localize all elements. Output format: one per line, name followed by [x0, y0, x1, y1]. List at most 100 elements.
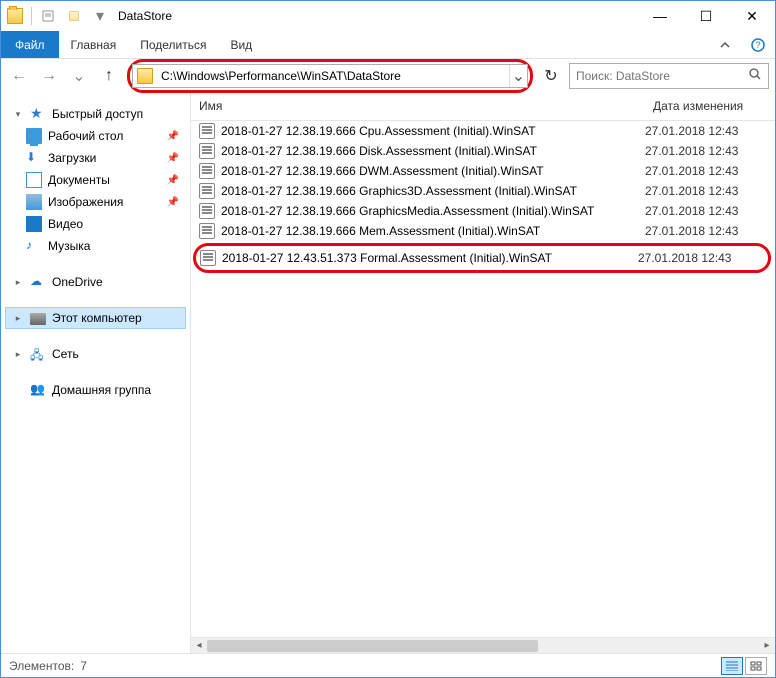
address-input[interactable] [157, 67, 509, 85]
content: Имя Дата изменения 2018-01-27 12.38.19.6… [191, 93, 775, 653]
file-date: 27.01.2018 12:43 [645, 184, 775, 198]
sidebar-item-documents[interactable]: Документы📌 [5, 169, 186, 191]
refresh-button[interactable]: ↻ [539, 64, 563, 88]
close-button[interactable]: ✕ [729, 1, 775, 31]
view-buttons [721, 657, 767, 675]
sidebar-label: OneDrive [52, 275, 103, 289]
file-name: 2018-01-27 12.38.19.666 DWM.Assessment (… [221, 164, 645, 178]
sidebar-label: Загрузки [48, 151, 96, 165]
onedrive-icon: ☁ [30, 274, 46, 290]
file-name: 2018-01-27 12.43.51.373 Formal.Assessmen… [222, 251, 638, 265]
pc-icon [30, 313, 46, 325]
sidebar-item-thispc[interactable]: ▸ Этот компьютер [5, 307, 186, 329]
images-icon [26, 194, 42, 210]
searchbox[interactable] [569, 63, 769, 89]
qat-properties-button[interactable] [38, 6, 58, 26]
sidebar-label: Домашняя группа [52, 383, 151, 397]
scroll-left-arrow[interactable]: ◂ [191, 640, 207, 651]
quick-access-toolbar: ▾ [31, 6, 110, 26]
minimize-button[interactable]: — [637, 1, 683, 31]
file-date: 27.01.2018 12:43 [645, 124, 775, 138]
qat-newfolder-button[interactable] [64, 6, 84, 26]
expand-icon[interactable]: ▾ [12, 108, 24, 120]
expand-icon[interactable]: ▸ [12, 276, 24, 288]
file-date: 27.01.2018 12:43 [638, 251, 768, 265]
window-title: DataStore [118, 9, 172, 23]
address-wrap: ⌄ [127, 59, 533, 93]
file-date: 27.01.2018 12:43 [645, 224, 775, 238]
col-header-date[interactable]: Дата изменения [645, 93, 775, 120]
forward-button[interactable]: → [37, 64, 61, 88]
sidebar-label: Документы [48, 173, 110, 187]
sidebar-label: Изображения [48, 195, 123, 209]
file-row[interactable]: 2018-01-27 12.43.51.373 Formal.Assessmen… [196, 248, 768, 268]
address-dropdown[interactable]: ⌄ [509, 65, 527, 87]
scroll-thumb[interactable] [207, 640, 538, 652]
sidebar-label: Быстрый доступ [52, 107, 143, 121]
ribbon-toggle[interactable] [709, 31, 741, 58]
search-input[interactable] [576, 69, 744, 83]
search-icon[interactable] [748, 67, 762, 86]
sidebar-label: Сеть [52, 347, 79, 361]
pin-icon: 📌 [167, 153, 185, 164]
scroll-track[interactable] [207, 638, 759, 653]
file-date: 27.01.2018 12:43 [645, 204, 775, 218]
homegroup-icon: 👥 [30, 382, 46, 398]
qat-dropdown[interactable]: ▾ [90, 6, 110, 26]
sidebar[interactable]: ▾ ★ Быстрый доступ Рабочий стол📌 ⬇Загруз… [1, 93, 191, 653]
video-icon [26, 216, 42, 232]
sidebar-item-downloads[interactable]: ⬇Загрузки📌 [5, 147, 186, 169]
folder-icon [7, 8, 23, 24]
sidebar-item-quickaccess[interactable]: ▾ ★ Быстрый доступ [5, 103, 186, 125]
status-elements-count: 7 [80, 659, 87, 673]
sidebar-item-onedrive[interactable]: ▸ ☁ OneDrive [5, 271, 186, 293]
sidebar-item-images[interactable]: Изображения📌 [5, 191, 186, 213]
sidebar-item-music[interactable]: ♪Музыка [5, 235, 186, 257]
col-header-name[interactable]: Имя [191, 93, 645, 120]
column-headers: Имя Дата изменения [191, 93, 775, 121]
up-button[interactable]: ↑ [97, 64, 121, 88]
body: ▾ ★ Быстрый доступ Рабочий стол📌 ⬇Загруз… [1, 93, 775, 653]
file-list[interactable]: 2018-01-27 12.38.19.666 Cpu.Assessment (… [191, 121, 775, 637]
file-name: 2018-01-27 12.38.19.666 GraphicsMedia.As… [221, 204, 645, 218]
file-row[interactable]: 2018-01-27 12.38.19.666 Cpu.Assessment (… [191, 121, 775, 141]
horizontal-scrollbar[interactable]: ◂ ▸ [191, 637, 775, 653]
status-elements-label: Элементов: [9, 659, 74, 673]
expand-icon[interactable]: ▸ [12, 348, 24, 360]
file-row[interactable]: 2018-01-27 12.38.19.666 GraphicsMedia.As… [191, 201, 775, 221]
sidebar-label: Видео [48, 217, 83, 231]
menu-home[interactable]: Главная [59, 31, 129, 58]
file-icon [200, 250, 216, 266]
sidebar-label: Этот компьютер [52, 311, 142, 325]
status-elements: Элементов: 7 [9, 659, 87, 673]
addressbar[interactable]: ⌄ [132, 64, 528, 88]
window-controls: — ☐ ✕ [637, 1, 775, 31]
maximize-button[interactable]: ☐ [683, 1, 729, 31]
sidebar-item-homegroup[interactable]: 👥 Домашняя группа [5, 379, 186, 401]
svg-text:?: ? [755, 40, 760, 50]
menu-file[interactable]: Файл [1, 31, 59, 58]
file-row[interactable]: 2018-01-27 12.38.19.666 Disk.Assessment … [191, 141, 775, 161]
view-icons-button[interactable] [745, 657, 767, 675]
view-details-button[interactable] [721, 657, 743, 675]
menu-share[interactable]: Поделиться [128, 31, 218, 58]
file-date: 27.01.2018 12:43 [645, 144, 775, 158]
menu-view[interactable]: Вид [218, 31, 264, 58]
sidebar-label: Музыка [48, 239, 90, 253]
file-icon [199, 203, 215, 219]
sidebar-item-video[interactable]: Видео [5, 213, 186, 235]
new-folder-icon [69, 11, 79, 21]
sidebar-item-network[interactable]: ▸🖧Сеть [5, 343, 186, 365]
qat-divider [31, 7, 32, 25]
recent-dropdown[interactable]: ⌄ [67, 64, 91, 88]
sidebar-item-desktop[interactable]: Рабочий стол📌 [5, 125, 186, 147]
expand-icon[interactable]: ▸ [12, 312, 24, 324]
file-row[interactable]: 2018-01-27 12.38.19.666 Graphics3D.Asses… [191, 181, 775, 201]
sidebar-label: Рабочий стол [48, 129, 123, 143]
help-button[interactable]: ? [741, 31, 775, 58]
file-row[interactable]: 2018-01-27 12.38.19.666 DWM.Assessment (… [191, 161, 775, 181]
file-row[interactable]: 2018-01-27 12.38.19.666 Mem.Assessment (… [191, 221, 775, 241]
expand-icon[interactable] [12, 384, 24, 396]
back-button[interactable]: ← [7, 64, 31, 88]
scroll-right-arrow[interactable]: ▸ [759, 640, 775, 651]
